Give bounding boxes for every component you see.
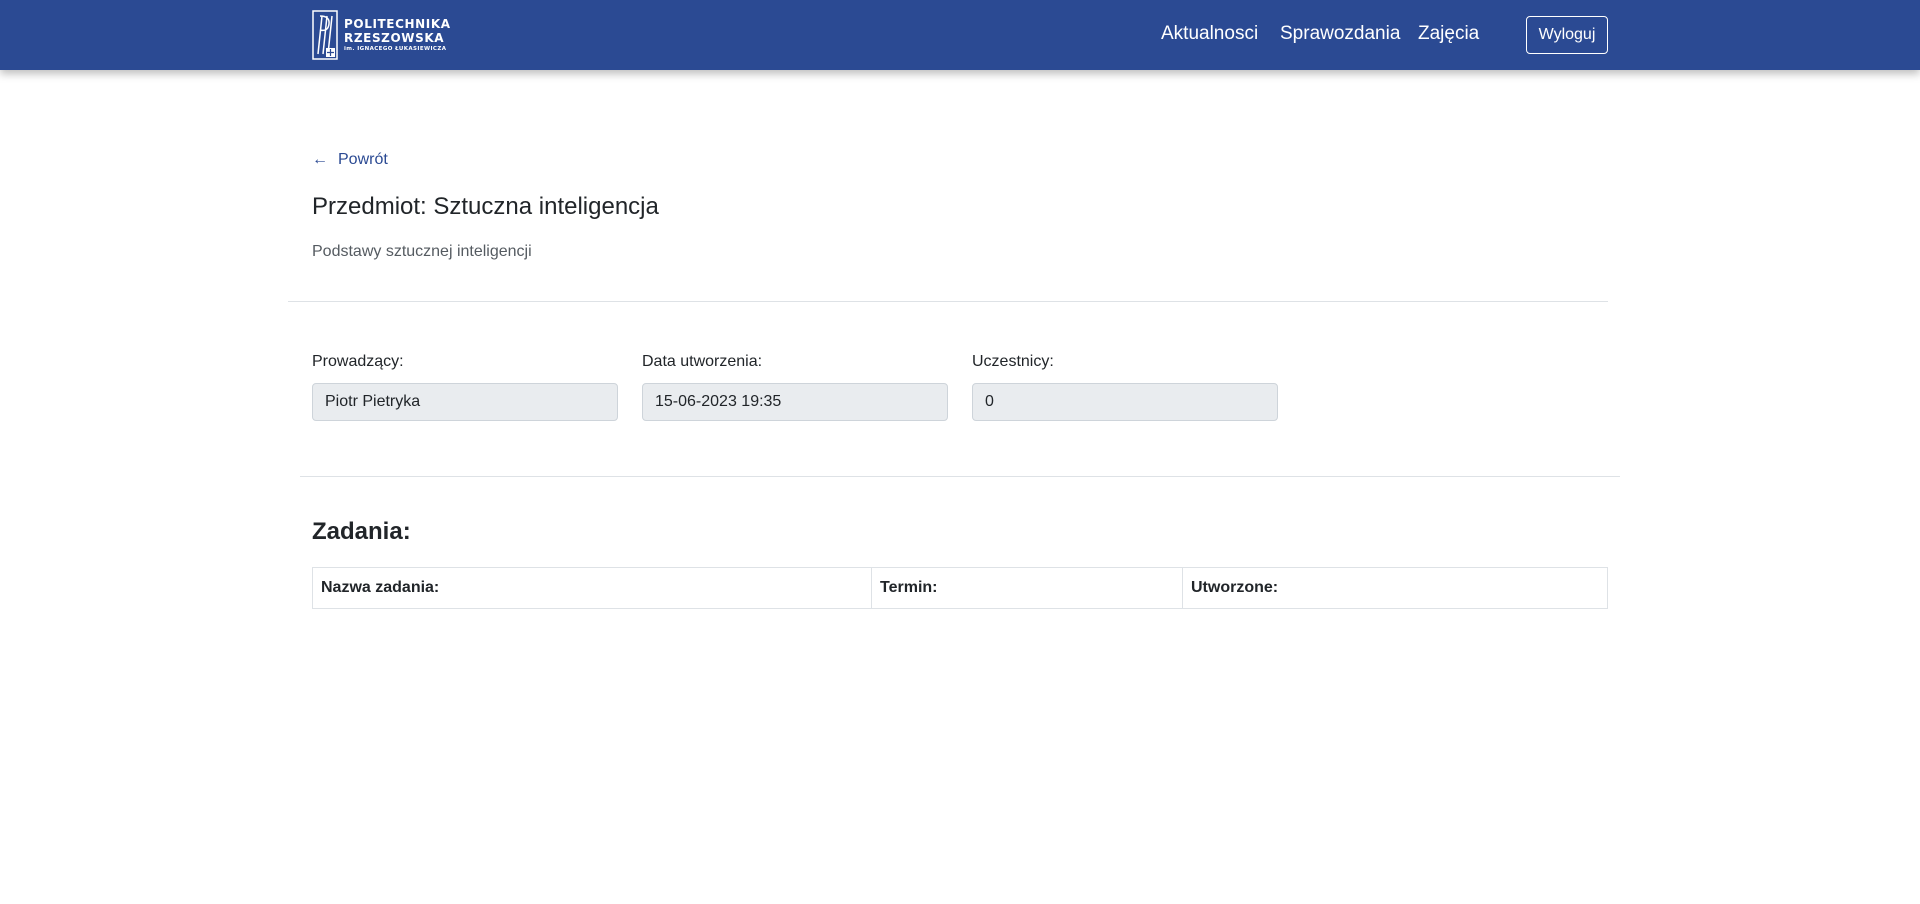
logo-line-1: POLITECHNIKA [344,16,451,31]
teacher-field[interactable]: Piotr Pietryka [312,383,618,421]
created-date-field-group: Data utworzenia: 15-06-2023 19:35 [642,353,948,421]
university-logo[interactable]: POLITECHNIKA RZESZOWSKA im. IGNACEGO ŁUK… [312,10,451,60]
nav-link-zajecia[interactable]: Zajęcia [1418,23,1479,45]
back-link[interactable]: ← Powrót [312,151,388,169]
teacher-label: Prowadzący: [312,353,404,370]
divider [300,476,1620,477]
column-header-task-name: Nazwa zadania: [312,567,872,609]
nav-link-aktualnosci[interactable]: Aktualnosci [1161,23,1258,45]
column-header-deadline: Termin: [871,567,1183,609]
tasks-section-title: Zadania: [312,518,411,545]
top-navbar: POLITECHNIKA RZESZOWSKA im. IGNACEGO ŁUK… [0,0,1920,70]
tasks-table-header-row: Nazwa zadania: Termin: Utworzone: [312,567,1608,609]
logout-button[interactable]: Wyloguj [1526,16,1608,54]
participants-field-group: Uczestnicy: 0 [972,353,1278,421]
arrow-left-icon: ← [312,151,328,168]
page-title: Przedmiot: Sztuczna inteligencja [312,193,659,220]
logo-text: POLITECHNIKA RZESZOWSKA im. IGNACEGO ŁUK… [344,17,451,54]
subject-description: Podstawy sztucznej inteligencji [312,243,532,260]
column-header-created: Utworzone: [1182,567,1608,609]
created-date-field[interactable]: 15-06-2023 19:35 [642,383,948,421]
teacher-field-group: Prowadzący: Piotr Pietryka [312,353,618,421]
nav-link-sprawozdania[interactable]: Sprawozdania [1280,23,1400,45]
logo-line-2: RZESZOWSKA [344,30,445,45]
divider [288,301,1608,302]
logo-line-3: im. IGNACEGO ŁUKASIEWICZA [344,45,447,52]
participants-field[interactable]: 0 [972,383,1278,421]
participants-label: Uczestnicy: [972,353,1054,370]
created-date-label: Data utworzenia: [642,353,763,370]
politechnika-logo-icon [312,10,338,60]
tasks-table: Nazwa zadania: Termin: Utworzone: [312,567,1608,609]
back-link-label: Powrót [338,151,388,168]
